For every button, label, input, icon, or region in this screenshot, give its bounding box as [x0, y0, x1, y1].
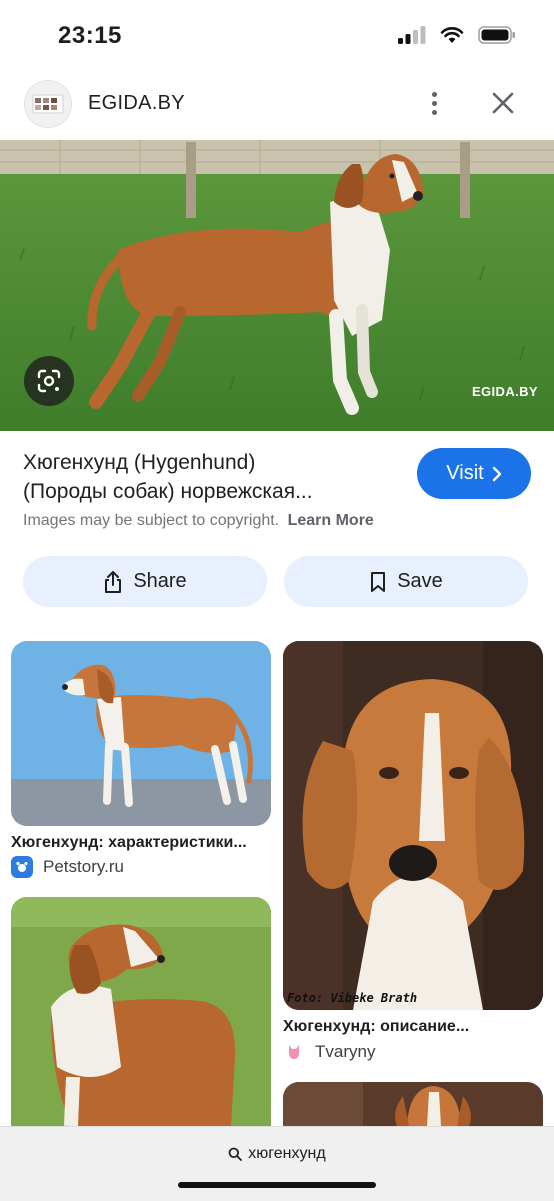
close-button[interactable] [488, 88, 518, 118]
related-source[interactable]: Petstory.ru [11, 856, 124, 878]
petstory-icon [11, 856, 33, 878]
related-source[interactable]: Tvaryny [283, 1041, 375, 1063]
save-button[interactable]: Save [284, 556, 528, 607]
search-query: хюгенхунд [248, 1145, 326, 1162]
result-title[interactable]: Хюгенхунд (Hygenhund) (Породы собак) нор… [23, 448, 398, 506]
result-title-line1: Хюгенхунд (Hygenhund) [23, 451, 256, 474]
share-icon [105, 570, 122, 593]
related-caption[interactable]: Хюгенхунд: характеристики... [11, 834, 273, 852]
related-image-card[interactable] [11, 897, 271, 1126]
share-button[interactable]: Share [23, 556, 267, 607]
wifi-icon [440, 27, 464, 43]
tvaryny-icon [283, 1041, 305, 1063]
related-dog-photo [11, 897, 271, 1126]
copyright-notice: Images may be subject to copyright. Lear… [23, 512, 374, 530]
close-icon [492, 92, 514, 114]
google-lens-button[interactable] [24, 356, 74, 406]
related-source-name: Tvaryny [315, 1042, 376, 1061]
save-label: Save [397, 570, 443, 592]
chevron-right-icon [492, 466, 501, 481]
visit-label: Visit [446, 462, 484, 484]
related-dog-photo [283, 641, 543, 1010]
bottom-search-bar: хюгенхунд [0, 1126, 554, 1201]
more-vert-icon [431, 91, 437, 97]
related-image-card[interactable] [283, 1082, 543, 1126]
status-bar: 23:15 [0, 0, 554, 72]
dog-photo [0, 140, 554, 431]
search-query-chip[interactable]: хюгенхунд [0, 1145, 554, 1163]
viewer-header: EGIDA.BY [0, 72, 554, 140]
related-caption[interactable]: Хюгенхунд: описание... [283, 1018, 545, 1036]
related-dog-photo [11, 641, 271, 826]
search-icon [228, 1147, 243, 1161]
more-options-button[interactable] [420, 86, 448, 120]
photo-credit: Foto: Vibeke Brath [287, 991, 418, 1005]
cellular-signal-icon [398, 26, 426, 44]
related-source-name: Petstory.ru [43, 857, 124, 876]
site-favicon [24, 80, 72, 128]
image-watermark: EGIDA.BY [471, 384, 538, 399]
result-title-line2: (Породы собак) норвежская... [23, 480, 313, 503]
main-image[interactable]: EGIDA.BY [0, 140, 554, 431]
share-label: Share [133, 570, 187, 592]
copyright-text: Images may be subject to copyright. [23, 512, 280, 529]
related-image-card[interactable] [11, 641, 271, 826]
related-dog-photo [283, 1082, 543, 1126]
bookmark-icon [371, 571, 386, 592]
status-time: 23:15 [58, 22, 122, 49]
lens-icon [37, 369, 61, 393]
status-icons [398, 26, 516, 44]
related-image-card[interactable]: Foto: Vibeke Brath [283, 641, 543, 1010]
site-name[interactable]: EGIDA.BY [88, 92, 185, 115]
battery-icon [478, 26, 515, 44]
home-indicator[interactable] [178, 1182, 376, 1188]
visit-button[interactable]: Visit [417, 448, 531, 499]
learn-more-link[interactable]: Learn More [288, 512, 374, 529]
